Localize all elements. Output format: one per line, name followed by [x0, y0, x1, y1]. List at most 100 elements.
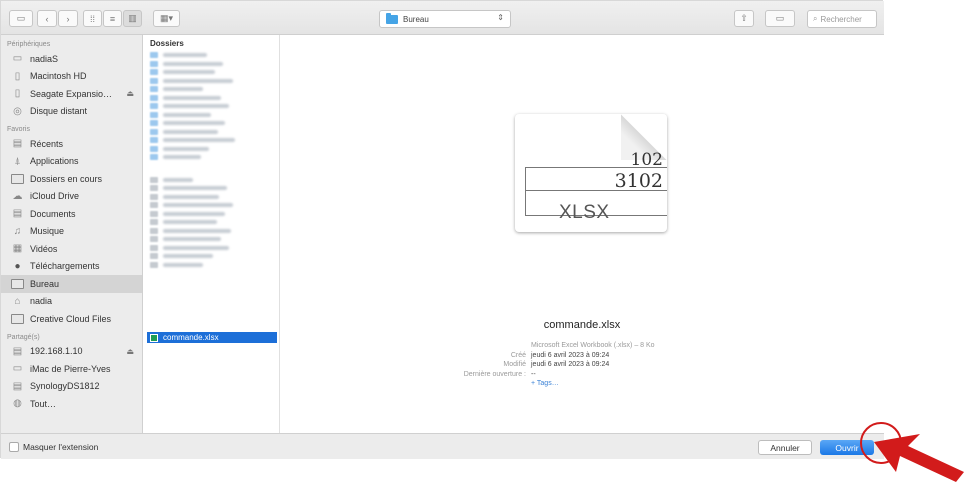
blurred-row: [144, 51, 279, 60]
folder-icon: [11, 173, 24, 184]
blurred-row: [144, 77, 279, 86]
sidebar-item[interactable]: ▤ SynologyDS1812: [1, 378, 142, 396]
sidebar-item[interactable]: ☁ iCloud Drive: [1, 188, 142, 206]
blurred-row: [144, 244, 279, 253]
sidebar-item-label: Tout…: [30, 398, 57, 409]
blurred-row: [144, 176, 279, 185]
sidebar-item[interactable]: ⍋ Applications: [1, 153, 142, 171]
blurred-row: [144, 60, 279, 69]
grid-line: [525, 167, 526, 215]
sidebar-item[interactable]: ◍ Tout…: [1, 395, 142, 413]
home-icon: ⌂: [14, 295, 21, 307]
view-list-button[interactable]: ≡: [103, 10, 122, 27]
sidebar-item[interactable]: ▭ iMac de Pierre-Yves: [1, 360, 142, 378]
toolbar: ▭ ‹ › ⁞⁞ ≡ ▥ ▦▾ Bureau ⇕ ⇧ ▭ ⌕ Recherche…: [1, 1, 884, 35]
sidebar-section-title: Favoris: [7, 126, 30, 133]
blurred-row: [144, 128, 279, 137]
external-drive-icon: ▯: [14, 88, 21, 100]
sidebar-item[interactable]: ♫ Musique: [1, 223, 142, 241]
selected-file-row[interactable]: commande.xlsx: [147, 332, 277, 343]
location-label: Bureau: [403, 14, 429, 24]
blurred-row: [144, 261, 279, 270]
share-icon: ⇧: [740, 13, 748, 23]
blurred-row: [144, 102, 279, 111]
blurred-row: [144, 201, 279, 210]
sidebar-item[interactable]: Dossiers en cours: [1, 170, 142, 188]
recents-icon: ▤: [12, 138, 23, 150]
red-arrow-icon: [874, 434, 964, 482]
list-icon: ≡: [109, 13, 116, 24]
search-placeholder: Rechercher: [820, 14, 862, 24]
eject-icon[interactable]: ⏏: [126, 347, 134, 356]
sidebar-item[interactable]: ▦ Vidéos: [1, 240, 142, 258]
sidebar-item[interactable]: Bureau: [1, 275, 142, 293]
metadata-value: jeudi 6 avril 2023 à 09:24: [531, 361, 610, 369]
add-tags-link[interactable]: + Tags…: [531, 380, 559, 387]
video-icon: ▦: [12, 243, 23, 255]
sidebar-item-label: nadiaS: [30, 53, 59, 64]
sidebar-item[interactable]: ▤ 192.168.1.10 ⏏: [1, 343, 142, 361]
documents-icon: ▤: [12, 208, 23, 220]
open-file-dialog: ▭ ‹ › ⁞⁞ ≡ ▥ ▦▾ Bureau ⇕ ⇧ ▭ ⌕ Recherche…: [0, 0, 884, 459]
sidebar-item[interactable]: ▤ Documents: [1, 205, 142, 223]
metadata-value: --: [531, 370, 536, 378]
blurred-row: [144, 119, 279, 128]
file-extension-label: XLSX: [559, 202, 610, 223]
cancel-button[interactable]: Annuler: [758, 440, 812, 455]
view-columns-button[interactable]: ▥: [123, 10, 142, 27]
grid-icon: ⁞⁞: [89, 13, 95, 24]
share-button[interactable]: ⇧: [734, 10, 754, 27]
thumb-number-2: 3102: [614, 170, 663, 192]
sidebar: Périphériques ▭ nadiaS ▯ Macintosh HD ▯ Seagat…: [1, 35, 143, 433]
sidebar-item[interactable]: ▭ nadiaS: [1, 50, 142, 68]
tag-icon: ▭: [775, 13, 785, 23]
sidebar-toggle-button[interactable]: ▭: [9, 10, 33, 27]
sidebar-item-label: Applications: [30, 156, 79, 167]
sidebar-section-title: Périphériques: [7, 41, 51, 48]
group-by-button[interactable]: ▦▾: [153, 10, 180, 27]
hide-extension-checkbox[interactable]: [9, 442, 19, 452]
metadata-row: + Tags…: [431, 379, 791, 389]
location-select[interactable]: Bureau ⇕: [379, 10, 511, 28]
dialog-footer: Masquer l'extension Annuler Ouvrir: [1, 433, 884, 459]
sidebar-item-label: nadia: [30, 296, 53, 307]
blurred-row: [144, 145, 279, 154]
sidebar-item[interactable]: ▯ Macintosh HD: [1, 68, 142, 86]
sidebar-item-label: Vidéos: [30, 243, 58, 254]
back-button[interactable]: ‹: [37, 10, 57, 27]
sidebar-item-label: Documents: [30, 208, 76, 219]
blurred-file-list: [144, 51, 279, 269]
blurred-row: [144, 94, 279, 103]
tag-button[interactable]: ▭: [765, 10, 795, 27]
downloads-icon: ●: [14, 260, 21, 272]
cloud-icon: ☁: [12, 190, 23, 202]
music-icon: ♫: [13, 225, 22, 237]
sidebar-item[interactable]: ⌂ nadia: [1, 293, 142, 311]
eject-icon[interactable]: ⏏: [126, 89, 134, 98]
preview-filename: commande.xlsx: [543, 319, 621, 331]
updown-chevron-icon: ⇕: [497, 13, 504, 22]
sidebar-item[interactable]: ▯ Seagate Expansio… ⏏: [1, 85, 142, 103]
chevron-right-icon: ›: [66, 13, 70, 24]
sidebar-item[interactable]: Creative Cloud Files: [1, 310, 142, 328]
forward-button[interactable]: ›: [58, 10, 78, 27]
metadata-row: Créé jeudi 6 avril 2023 à 09:24: [431, 351, 791, 361]
sidebar-item-label: iCloud Drive: [30, 191, 80, 202]
sidebar-item-label: Creative Cloud Files: [30, 313, 112, 324]
disc-icon: ◎: [13, 105, 22, 117]
folder-icon: [11, 313, 24, 324]
blurred-row: [144, 136, 279, 145]
sidebar-item-label: Bureau: [30, 278, 60, 289]
sidebar-item[interactable]: ◎ Disque distant: [1, 103, 142, 121]
sidebar-item[interactable]: ▤ Récents: [1, 135, 142, 153]
view-icons-button[interactable]: ⁞⁞: [83, 10, 102, 27]
metadata-row: Microsoft Excel Workbook (.xlsx) – 8 Ko: [431, 341, 791, 351]
blurred-row: [144, 153, 279, 162]
folder-column[interactable]: Dossiers commande.xlsx: [144, 35, 280, 433]
sidebar-item[interactable]: ● Téléchargements: [1, 258, 142, 276]
search-input[interactable]: ⌕ Rechercher: [807, 10, 877, 28]
columns-icon: ▥: [128, 13, 137, 23]
sidebar-item-label: Disque distant: [30, 106, 88, 117]
sidebar-item-label: Musique: [30, 226, 65, 237]
metadata-row: Dernière ouverture : --: [431, 370, 791, 380]
